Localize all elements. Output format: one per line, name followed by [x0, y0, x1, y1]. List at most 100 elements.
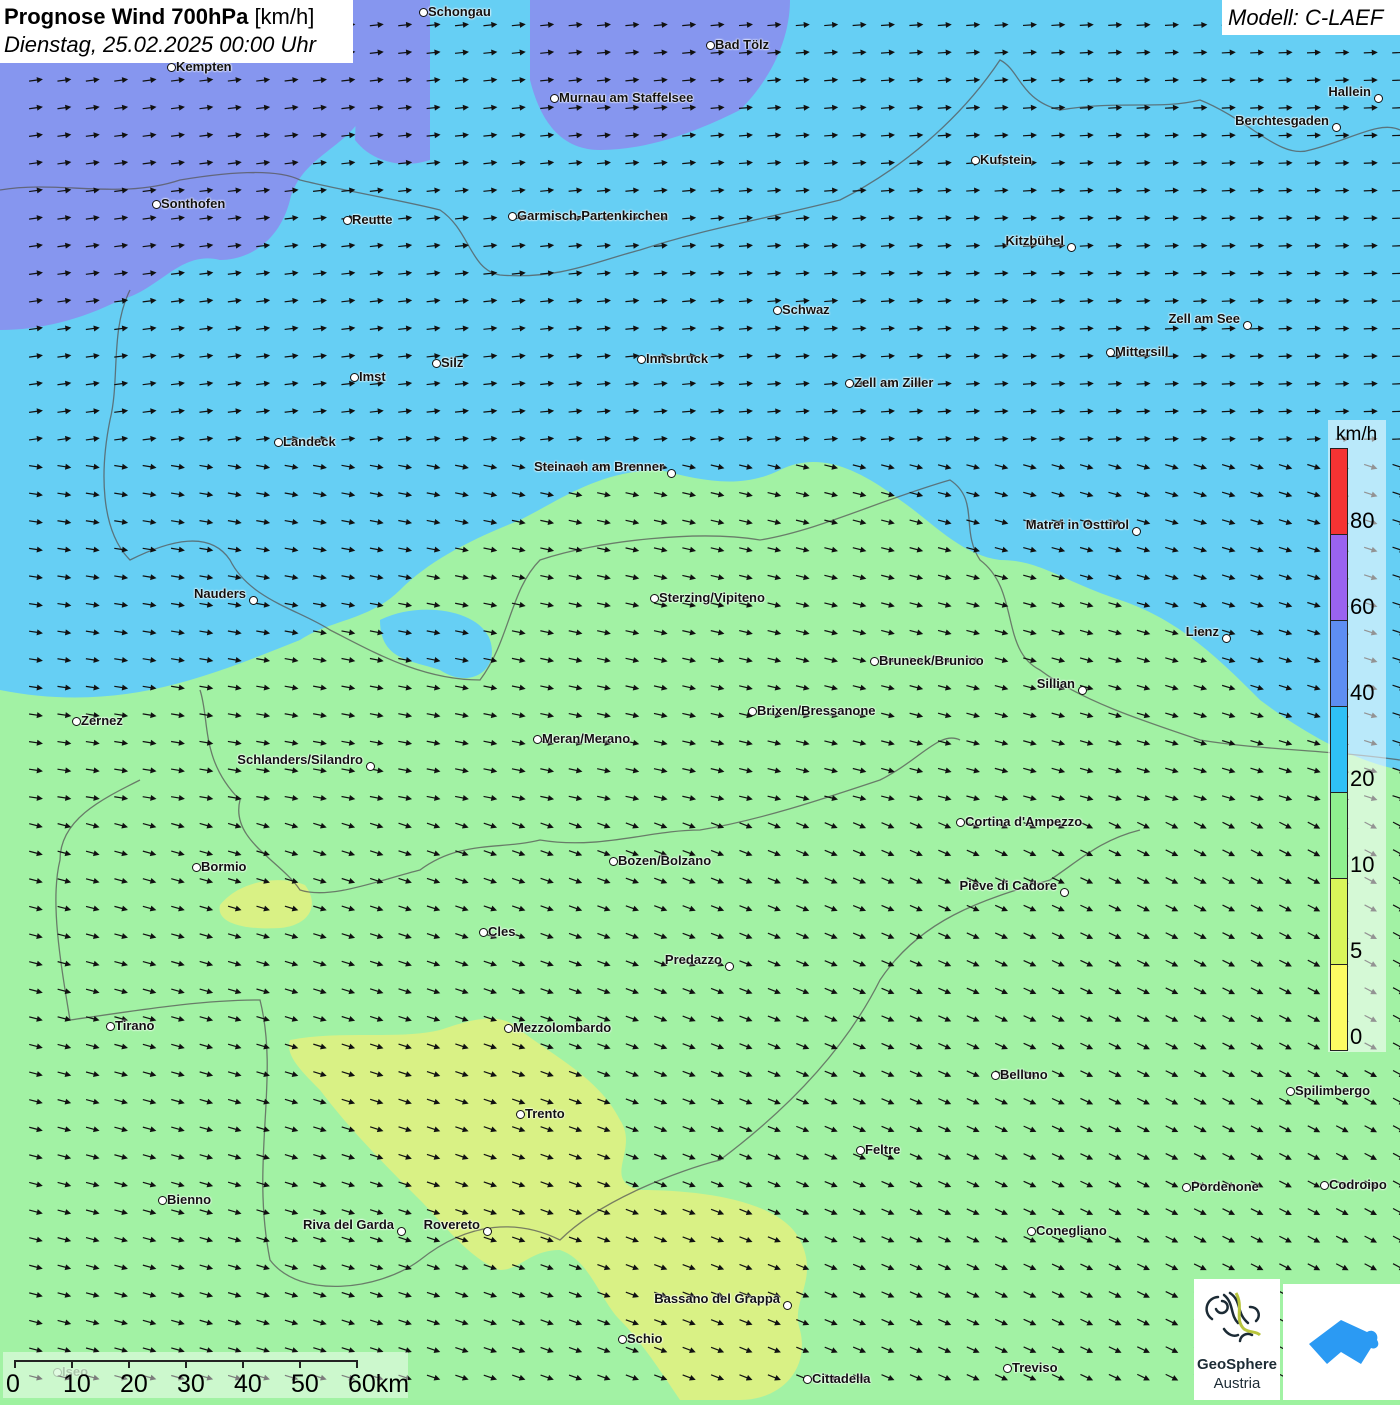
- city-dot-icon: [158, 1196, 167, 1205]
- city-label: Meran/Merano: [542, 731, 630, 746]
- city-marker[interactable]: Kitzbühel: [1006, 233, 1077, 248]
- city-marker[interactable]: Zernez: [72, 713, 123, 728]
- legend-label: 20: [1350, 766, 1374, 792]
- city-marker[interactable]: Bormio: [192, 859, 247, 874]
- city-dot-icon: [956, 818, 965, 827]
- city-marker[interactable]: Mezzolombardo: [504, 1020, 611, 1035]
- city-marker[interactable]: Brixen/Bressanone: [748, 703, 876, 718]
- city-marker[interactable]: Garmisch-Partenkirchen: [508, 208, 668, 223]
- city-marker[interactable]: Landeck: [274, 434, 336, 449]
- city-marker[interactable]: Kufstein: [971, 152, 1032, 167]
- city-label: Trento: [525, 1106, 565, 1121]
- city-marker[interactable]: Murnau am Staffelsee: [550, 90, 693, 105]
- city-dot-icon: [667, 469, 676, 478]
- city-marker[interactable]: Sillian: [1037, 676, 1087, 691]
- city-marker[interactable]: Schlanders/Silandro: [237, 752, 375, 767]
- city-marker[interactable]: Treviso: [1003, 1360, 1058, 1375]
- city-marker[interactable]: Cortina d'Ampezzo: [956, 814, 1082, 829]
- city-label: Kempten: [176, 59, 232, 74]
- city-marker[interactable]: Bienno: [158, 1192, 211, 1207]
- city-label: Landeck: [283, 434, 336, 449]
- legend-swatch: [1330, 964, 1348, 1051]
- city-label: Rovereto: [424, 1217, 480, 1232]
- geosphere-swirl-icon: [1194, 1279, 1280, 1355]
- city-marker[interactable]: Silz: [432, 355, 463, 370]
- city-label: Cittadella: [812, 1371, 871, 1386]
- city-marker[interactable]: Zell am Ziller: [845, 375, 933, 390]
- city-marker[interactable]: Rovereto: [424, 1217, 492, 1232]
- city-dot-icon: [845, 379, 854, 388]
- city-label: Schio: [627, 1331, 662, 1346]
- city-marker[interactable]: Feltre: [856, 1142, 900, 1157]
- city-label: Nauders: [194, 586, 246, 601]
- city-label: Kitzbühel: [1006, 233, 1065, 248]
- city-dot-icon: [637, 355, 646, 364]
- city-marker[interactable]: Cittadella: [803, 1371, 871, 1386]
- legend-swatch: [1330, 448, 1348, 535]
- city-marker[interactable]: Pieve di Cadore: [959, 878, 1069, 893]
- city-marker[interactable]: Imst: [350, 369, 386, 384]
- city-label: Sillian: [1037, 676, 1075, 691]
- city-dot-icon: [1078, 686, 1087, 695]
- city-marker[interactable]: Hallein: [1328, 84, 1383, 99]
- scale-label: 0: [6, 1370, 20, 1399]
- city-marker[interactable]: Steinach am Brenner: [534, 459, 676, 474]
- city-marker[interactable]: Conegliano: [1027, 1223, 1107, 1238]
- city-marker[interactable]: Berchtesgaden: [1235, 113, 1341, 128]
- city-marker[interactable]: Schio: [618, 1331, 662, 1346]
- city-dot-icon: [419, 8, 428, 17]
- city-marker[interactable]: Spilimbergo: [1286, 1083, 1370, 1098]
- city-dot-icon: [1286, 1087, 1295, 1096]
- city-marker[interactable]: Codroipo: [1320, 1177, 1387, 1192]
- legend-label: 0: [1350, 1024, 1362, 1050]
- city-label: Schwaz: [782, 302, 830, 317]
- city-marker[interactable]: Trento: [516, 1106, 565, 1121]
- city-marker[interactable]: Bassano del Grappa: [654, 1291, 792, 1306]
- city-marker[interactable]: Sterzing/Vipiteno: [650, 590, 765, 605]
- city-marker[interactable]: Kempten: [167, 59, 232, 74]
- city-marker[interactable]: Sonthofen: [152, 196, 225, 211]
- geosphere-austria-logo[interactable]: GeoSphere Austria: [1194, 1279, 1280, 1400]
- partner-logo[interactable]: [1283, 1284, 1400, 1400]
- city-dot-icon: [1106, 348, 1115, 357]
- city-marker[interactable]: Innsbruck: [637, 351, 708, 366]
- city-marker[interactable]: Riva del Garda: [303, 1217, 406, 1232]
- city-marker[interactable]: Reutte: [343, 212, 392, 227]
- city-marker[interactable]: Bad Tölz: [706, 37, 769, 52]
- city-marker[interactable]: Belluno: [991, 1067, 1048, 1082]
- city-marker[interactable]: Tirano: [106, 1018, 155, 1033]
- city-label: Bozen/Bolzano: [618, 853, 711, 868]
- city-dot-icon: [550, 94, 559, 103]
- city-label: Hallein: [1328, 84, 1371, 99]
- city-label: Mezzolombardo: [513, 1020, 611, 1035]
- city-marker[interactable]: Schwaz: [773, 302, 830, 317]
- legend-label: 10: [1350, 852, 1374, 878]
- city-dot-icon: [1332, 123, 1341, 132]
- city-dot-icon: [748, 707, 757, 716]
- city-marker[interactable]: Meran/Merano: [533, 731, 630, 746]
- scale-label: 20: [120, 1370, 148, 1399]
- mountain-cloud-icon: [1283, 1284, 1400, 1400]
- city-marker[interactable]: Bruneck/Brunico: [870, 653, 984, 668]
- scale-tick: [128, 1360, 130, 1368]
- city-dot-icon: [618, 1335, 627, 1344]
- city-marker[interactable]: Bozen/Bolzano: [609, 853, 711, 868]
- city-marker[interactable]: Zell am See: [1168, 311, 1252, 326]
- city-marker[interactable]: Pordenone: [1182, 1179, 1259, 1194]
- legend-label: 80: [1350, 508, 1374, 534]
- city-dot-icon: [609, 857, 618, 866]
- city-label: Bassano del Grappa: [654, 1291, 780, 1306]
- city-marker[interactable]: Matrei in Osttirol: [1026, 517, 1141, 532]
- city-dot-icon: [1003, 1364, 1012, 1373]
- city-marker[interactable]: Mittersill: [1106, 344, 1168, 359]
- city-marker[interactable]: Cles: [479, 924, 515, 939]
- city-marker[interactable]: Nauders: [194, 586, 258, 601]
- city-marker[interactable]: Predazzo: [665, 952, 734, 967]
- scale-label: 40: [234, 1370, 262, 1399]
- city-label: Conegliano: [1036, 1223, 1107, 1238]
- city-marker[interactable]: Lienz: [1186, 624, 1231, 639]
- city-dot-icon: [249, 596, 258, 605]
- city-label: Pieve di Cadore: [959, 878, 1057, 893]
- map-title: Prognose Wind 700hPa: [4, 4, 248, 29]
- city-marker[interactable]: Schongau: [419, 4, 491, 19]
